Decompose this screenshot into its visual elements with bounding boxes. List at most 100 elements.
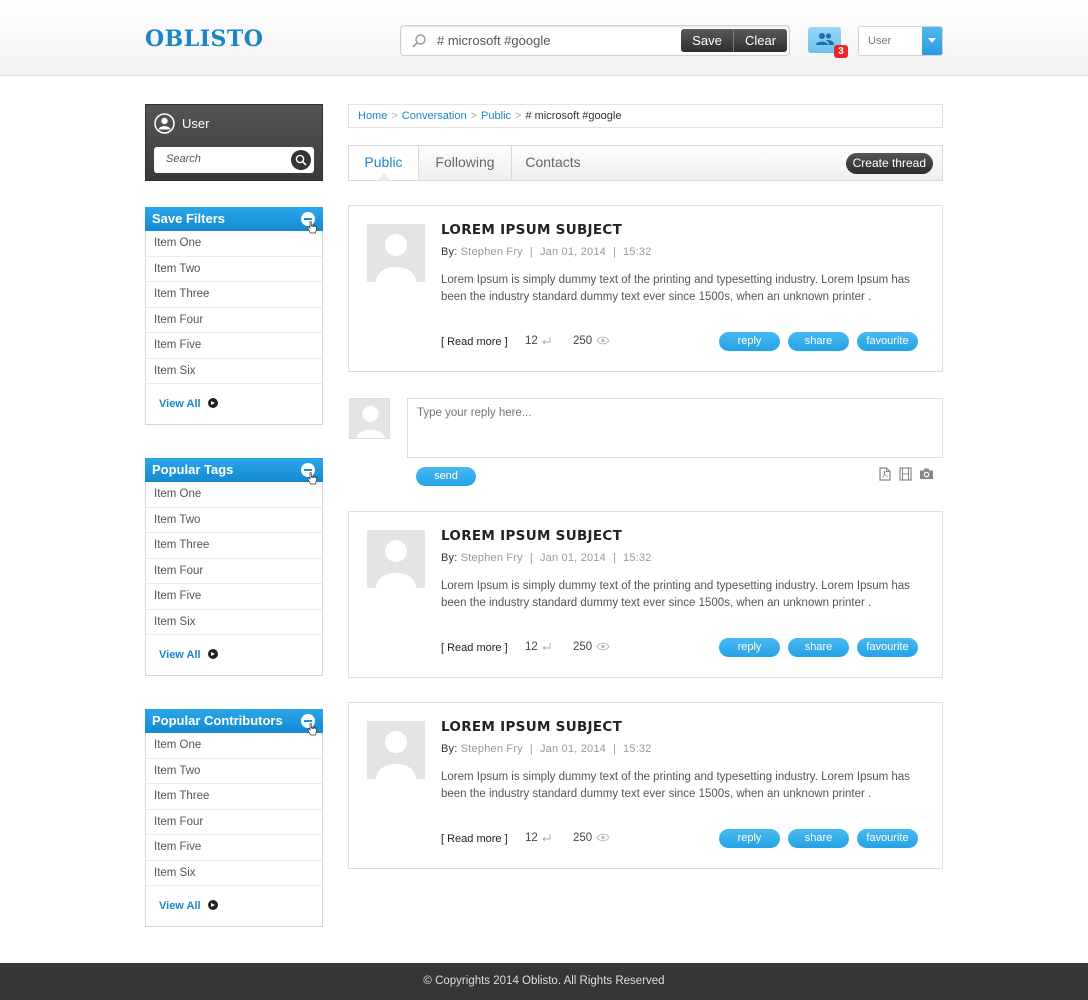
tab-contacts[interactable]: Contacts	[512, 146, 594, 180]
sidebar-search-placeholder[interactable]: Search	[166, 153, 201, 165]
list-item[interactable]: Item Three	[146, 533, 322, 559]
list-item[interactable]: Item Six	[146, 359, 322, 384]
list-item[interactable]: Item One	[146, 733, 322, 759]
search-icon	[295, 154, 307, 166]
favourite-button[interactable]: favourite	[857, 638, 918, 657]
share-button[interactable]: share	[788, 332, 849, 351]
clear-button[interactable]: Clear	[734, 29, 787, 52]
user-icon	[356, 406, 385, 438]
share-button[interactable]: share	[788, 829, 849, 848]
film-icon[interactable]	[899, 467, 912, 481]
list-item[interactable]: Item Two	[146, 508, 322, 533]
view-all-link[interactable]: View All	[146, 384, 322, 424]
list-item[interactable]: Item Five	[146, 333, 322, 359]
panel-save-filters: Save Filters Item One Item Two Item Thre…	[145, 207, 323, 425]
tab-bar: Public Following Contacts Create thread	[348, 145, 943, 181]
list-item[interactable]: Item Two	[146, 257, 322, 282]
reply-count: 12	[525, 641, 551, 653]
reply-count: 12	[525, 832, 551, 844]
view-all-link[interactable]: View All	[146, 886, 322, 926]
create-thread-button[interactable]: Create thread	[845, 153, 933, 174]
view-count-value: 250	[573, 832, 593, 844]
panel-popular-contributors: Popular Contributors Item One Item Two I…	[145, 709, 323, 927]
read-more-link[interactable]: [ Read more ]	[441, 833, 508, 845]
view-count: 250	[573, 641, 610, 653]
user-select[interactable]: User	[858, 26, 943, 56]
panel-popular-tags: Popular Tags Item One Item Two Item Thre…	[145, 458, 323, 676]
reply-input[interactable]	[408, 399, 942, 457]
post-author[interactable]: Stephen Fry	[461, 743, 523, 755]
list-item[interactable]: Item Four	[146, 308, 322, 333]
view-all-label[interactable]: View All	[159, 398, 201, 410]
reply-button[interactable]: reply	[719, 638, 780, 657]
post-body: Lorem Ipsum is simply dummy text of the …	[441, 580, 910, 609]
by-label: By:	[441, 246, 458, 258]
hand-cursor-icon	[307, 723, 317, 736]
post-title[interactable]: LOREM IPSUM SUBJECT	[441, 222, 622, 238]
read-more-link[interactable]: [ Read more ]	[441, 642, 508, 654]
tab-following[interactable]: Following	[419, 146, 512, 180]
post-date: Jan 01, 2014	[539, 743, 606, 755]
list-item[interactable]: Item Six	[146, 610, 322, 635]
user-icon	[376, 540, 416, 588]
list-item[interactable]: Item Five	[146, 584, 322, 610]
users-icon	[816, 33, 834, 45]
tab-public[interactable]: Public	[349, 146, 419, 181]
panel-header[interactable]: Popular Tags	[145, 458, 323, 485]
logo[interactable]: OBLISTO	[145, 26, 263, 52]
view-count: 250	[573, 335, 610, 347]
avatar	[367, 224, 425, 282]
list-item[interactable]: Item Three	[146, 784, 322, 810]
post-title[interactable]: LOREM IPSUM SUBJECT	[441, 528, 622, 544]
view-count-value: 250	[573, 641, 593, 653]
by-label: By:	[441, 552, 458, 564]
reply-button[interactable]: reply	[719, 332, 780, 351]
post-author[interactable]: Stephen Fry	[461, 552, 523, 564]
favourite-button[interactable]: favourite	[857, 829, 918, 848]
post-card: LOREM IPSUM SUBJECT By: Stephen Fry | Jan …	[348, 702, 943, 869]
view-all-label[interactable]: View All	[159, 649, 201, 661]
eye-icon	[596, 337, 610, 345]
breadcrumb: Home > Conversation > Public > # microsoft #go…	[348, 104, 943, 128]
by-label: By:	[441, 743, 458, 755]
footer: © Copyrights 2014 Oblisto. All Rights Re…	[0, 963, 1088, 1000]
breadcrumb-conversation[interactable]: Conversation	[402, 110, 467, 122]
save-button[interactable]: Save	[681, 29, 734, 52]
eye-icon	[596, 643, 610, 651]
list-item[interactable]: Item Four	[146, 559, 322, 584]
list-item[interactable]: Item One	[146, 482, 322, 508]
post-time: 15:32	[623, 552, 652, 564]
reply-count: 12	[525, 335, 551, 347]
post-card: LOREM IPSUM SUBJECT By: Stephen Fry | Jan …	[348, 511, 943, 678]
favourite-button[interactable]: favourite	[857, 332, 918, 351]
list-item[interactable]: Item Five	[146, 835, 322, 861]
post-time: 15:32	[623, 743, 652, 755]
reply-count-value: 12	[525, 832, 538, 844]
reply-button[interactable]: reply	[719, 829, 780, 848]
post-author[interactable]: Stephen Fry	[461, 246, 523, 258]
list-item[interactable]: Item Six	[146, 861, 322, 886]
view-all-label[interactable]: View All	[159, 900, 201, 912]
list-item[interactable]: Item Four	[146, 810, 322, 835]
list-item[interactable]: Item One	[146, 231, 322, 257]
post-title[interactable]: LOREM IPSUM SUBJECT	[441, 719, 622, 735]
sidebar-search[interactable]: Search	[154, 147, 314, 173]
sidebar-search-button[interactable]	[291, 150, 311, 170]
list-item[interactable]: Item Two	[146, 759, 322, 784]
view-all-link[interactable]: View All	[146, 635, 322, 675]
search-input[interactable]	[437, 26, 677, 55]
post-card: LOREM IPSUM SUBJECT By: Stephen Fry | Jan …	[348, 205, 943, 372]
user-select-value: User	[868, 35, 892, 47]
user-select-toggle[interactable]	[922, 27, 942, 55]
read-more-link[interactable]: [ Read more ]	[441, 336, 508, 348]
breadcrumb-public[interactable]: Public	[481, 110, 511, 122]
panel-header[interactable]: Popular Contributors	[145, 709, 323, 736]
share-button[interactable]: share	[788, 638, 849, 657]
panel-header[interactable]: Save Filters	[145, 207, 323, 234]
pdf-icon[interactable]	[879, 467, 891, 481]
camera-icon[interactable]	[919, 467, 934, 480]
send-button[interactable]: send	[416, 467, 476, 486]
list-item[interactable]: Item Three	[146, 282, 322, 308]
breadcrumb-home[interactable]: Home	[358, 110, 387, 122]
notification-badge: 3	[834, 45, 848, 58]
